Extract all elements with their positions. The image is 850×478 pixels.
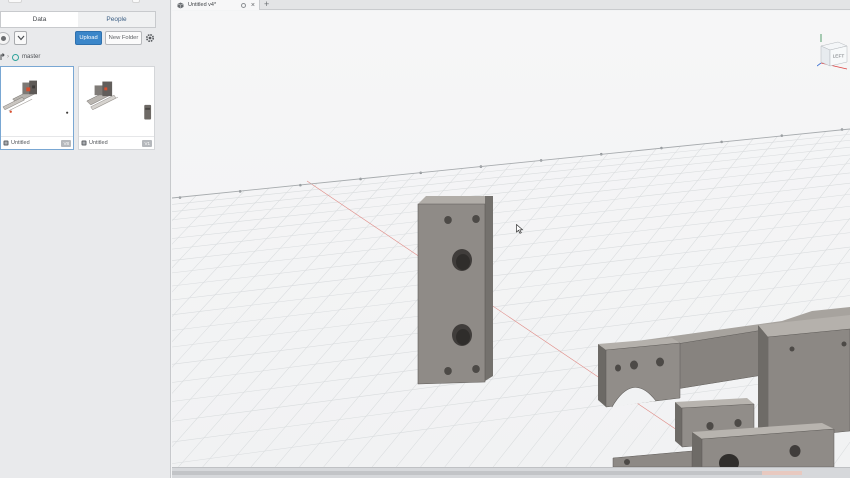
tab-data[interactable]: Data	[1, 12, 78, 27]
grid-line	[172, 154, 850, 229]
file-name: Untitled	[11, 140, 30, 146]
design-file-icon	[81, 140, 87, 146]
document-tab-bar: Untitled v4* × +	[172, 0, 850, 10]
project-icon	[0, 36, 6, 41]
grid-line	[172, 232, 850, 316]
horizon-grid-edge	[172, 128, 850, 199]
grid-line	[172, 180, 342, 368]
bracket-assembly-part[interactable]	[598, 307, 850, 467]
mouse-cursor-icon	[516, 224, 524, 234]
grid-line	[172, 175, 391, 421]
grid-line	[172, 182, 850, 261]
grid-line	[172, 172, 850, 250]
3d-scene[interactable]	[172, 11, 850, 467]
file-card-footer: Untitled V1	[79, 136, 154, 149]
grid-line	[172, 146, 850, 221]
grid-line	[371, 151, 633, 467]
panel-tabs: Data People	[0, 11, 156, 28]
panel-toolbar: Upload New Folder	[0, 30, 171, 46]
tab-people[interactable]: People	[78, 12, 155, 27]
new-folder-button[interactable]: New Folder	[105, 31, 142, 45]
timeline-track	[172, 471, 792, 475]
timeline-marker[interactable]	[762, 471, 802, 475]
version-badge: V1	[142, 139, 152, 147]
vertical-block-part[interactable]	[417, 196, 493, 385]
gear-icon[interactable]	[145, 33, 155, 43]
file-thumbnail	[2, 80, 69, 114]
project-circle-icon	[12, 53, 19, 61]
version-badge: V8	[61, 139, 71, 147]
file-card[interactable]: Untitled V1	[78, 66, 155, 150]
data-panel: Data People Upload New Folder › master U…	[0, 0, 171, 478]
grid-line	[172, 190, 245, 269]
grid-line	[172, 133, 850, 205]
design-document-icon	[177, 2, 184, 8]
panel-menu-button[interactable]	[8, 0, 22, 3]
file-thumbnail	[86, 81, 152, 120]
panel-header	[0, 0, 171, 10]
file-name: Untitled	[89, 140, 108, 146]
grid-line	[172, 183, 318, 343]
view-cube-face-label: LEFT	[833, 54, 845, 60]
chevron-down-icon	[17, 35, 25, 41]
fusion-360-window: Data People Upload New Folder › master U…	[0, 0, 850, 478]
project-dropdown-button[interactable]	[14, 31, 27, 45]
breadcrumb: › master	[0, 52, 40, 62]
document-tab[interactable]: Untitled v4* ×	[172, 0, 260, 10]
refresh-icon[interactable]	[240, 2, 246, 8]
grid-line	[275, 160, 536, 467]
grid-line	[178, 170, 439, 467]
folder-up-icon[interactable]	[0, 53, 6, 61]
breadcrumb-separator: ›	[7, 54, 9, 60]
grid-line	[172, 205, 850, 287]
design-canvas[interactable]: LEFT	[172, 11, 850, 467]
design-file-icon	[3, 140, 9, 146]
breadcrumb-folder[interactable]: master	[22, 54, 40, 60]
close-icon[interactable]: ×	[251, 2, 255, 9]
grid-line	[172, 173, 415, 448]
document-title: Untitled v4*	[188, 2, 217, 8]
grid-line	[172, 178, 366, 394]
project-selector-button[interactable]	[0, 32, 10, 45]
upload-button[interactable]: Upload	[75, 31, 102, 45]
file-card[interactable]: Untitled V8	[0, 66, 74, 150]
view-cube[interactable]: LEFT	[817, 33, 850, 73]
timeline-bar[interactable]	[172, 467, 850, 478]
panel-close-button[interactable]	[132, 0, 140, 3]
new-tab-plus-icon[interactable]: +	[264, 0, 269, 9]
file-card-footer: Untitled V8	[1, 136, 73, 149]
